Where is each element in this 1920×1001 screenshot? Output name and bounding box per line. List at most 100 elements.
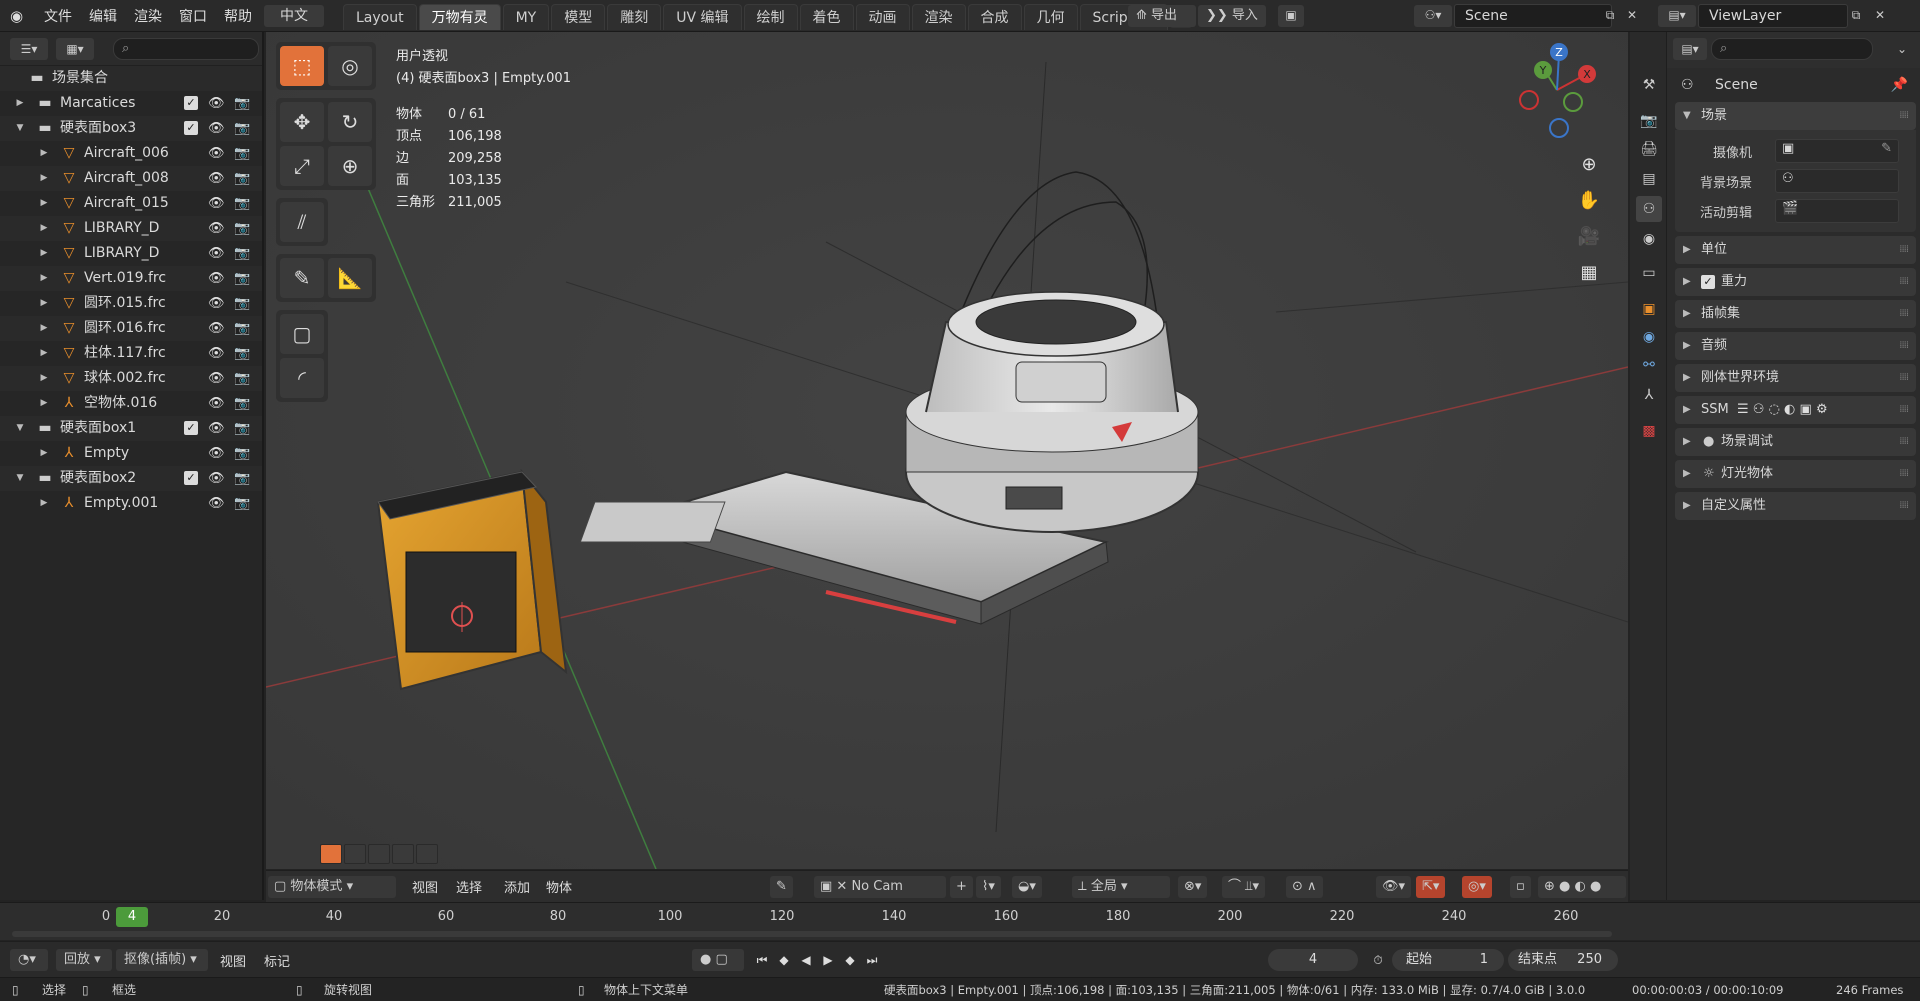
- close-viewlayer-icon[interactable]: ✕: [1870, 5, 1890, 27]
- outliner-row[interactable]: ▶ ▽ Aircraft_015 👁 📷: [0, 191, 262, 216]
- outliner-row[interactable]: ▬ 场景集合: [0, 66, 262, 91]
- exclude-checkbox[interactable]: ✓: [184, 471, 198, 485]
- drag-grip-icon[interactable]: ⁞⁞⁞⁞: [1899, 396, 1909, 424]
- clock-icon[interactable]: ⏱: [1368, 950, 1388, 970]
- draw-icon[interactable]: ✎: [280, 258, 324, 298]
- outliner-row[interactable]: ▶ ▬ Marcatices ✓ 👁 📷: [0, 91, 262, 116]
- jump-start-icon[interactable]: ⏮: [752, 950, 772, 970]
- menu-object[interactable]: 物体: [546, 877, 572, 896]
- render-camera-icon[interactable]: 📷: [234, 341, 250, 366]
- tab-animation[interactable]: 动画: [855, 4, 910, 30]
- transform-orientation-select[interactable]: ⟂ 全局 ▾: [1072, 876, 1170, 898]
- render-camera-icon[interactable]: 📷: [234, 316, 250, 341]
- outliner-row[interactable]: ▶ ▽ Aircraft_006 👁 📷: [0, 141, 262, 166]
- outliner-search-input[interactable]: ⌕: [113, 38, 259, 60]
- camera-view-icon[interactable]: 🎥: [1572, 220, 1606, 254]
- timeline-scrollbar[interactable]: [12, 931, 1612, 937]
- outliner-row[interactable]: ▶ ⅄ Empty.001 👁 📷: [0, 491, 262, 516]
- drag-grip-icon[interactable]: ⁞⁞⁞⁞: [1899, 364, 1909, 392]
- render-camera-icon[interactable]: 📷: [234, 466, 250, 491]
- render-camera-icon[interactable]: 📷: [234, 491, 250, 516]
- render-camera-icon[interactable]: 📷: [234, 291, 250, 316]
- viewlayer-browse-icon[interactable]: ▤▾: [1658, 5, 1696, 27]
- collection-tab-icon[interactable]: ▭: [1636, 260, 1662, 286]
- visibility-eye-icon[interactable]: 👁: [208, 291, 225, 316]
- render-camera-icon[interactable]: 📷: [234, 241, 250, 266]
- shading-modes[interactable]: ⊕ ● ◐ ●: [1538, 876, 1626, 898]
- scene-browse-icon[interactable]: ⚇▾: [1414, 5, 1452, 27]
- add-camera-icon[interactable]: +: [950, 876, 973, 898]
- marker-menu[interactable]: 标记: [264, 951, 290, 970]
- perspective-grid-icon[interactable]: ▦: [1572, 256, 1606, 290]
- tab-uv-edit[interactable]: UV 编辑: [663, 4, 742, 30]
- exclude-checkbox[interactable]: ✓: [184, 121, 198, 135]
- prev-keyframe-icon[interactable]: ◆: [774, 950, 794, 970]
- visibility-eye-icon[interactable]: 👁: [208, 416, 225, 441]
- drag-grip-icon[interactable]: ⁞⁞⁞⁞: [1899, 236, 1909, 264]
- navigation-gizmo[interactable]: X Y Z: [1507, 40, 1607, 140]
- expand-arrow-right-icon[interactable]: ▶: [38, 491, 50, 516]
- visibility-eye-icon[interactable]: 👁: [208, 391, 225, 416]
- expand-arrow-down-icon[interactable]: ▼: [14, 416, 26, 441]
- camera-field[interactable]: ▣ ✎: [1775, 139, 1899, 163]
- select-box-icon[interactable]: ⬚: [280, 46, 324, 86]
- tab-wanwu[interactable]: 万物有灵: [418, 4, 501, 30]
- set-mode-icon[interactable]: [320, 844, 342, 864]
- render-camera-icon[interactable]: 📷: [234, 416, 250, 441]
- tab-rendering[interactable]: 渲染: [911, 4, 966, 30]
- visibility-eye-icon[interactable]: 👁: [208, 316, 225, 341]
- menu-view[interactable]: 视图: [412, 877, 438, 896]
- background-scene-field[interactable]: ⚇: [1775, 169, 1899, 193]
- scene-name-field[interactable]: Scene: [1454, 4, 1612, 28]
- outliner-row[interactable]: ▼ ▬ 硬表面box3 ✓ 👁 📷: [0, 116, 262, 141]
- render-camera-icon[interactable]: 📷: [234, 191, 250, 216]
- editor-type-icon[interactable]: ▤▾: [1673, 38, 1707, 60]
- pan-hand-icon[interactable]: ✋: [1572, 184, 1606, 218]
- expand-arrow-right-icon[interactable]: ▶: [38, 291, 50, 316]
- render-icon[interactable]: ◒▾: [1012, 876, 1042, 898]
- expand-arrow-right-icon[interactable]: ▶: [38, 166, 50, 191]
- expand-arrow-down-icon[interactable]: ▼: [14, 466, 26, 491]
- intersect-mode-icon[interactable]: [416, 844, 438, 864]
- active-clip-field[interactable]: 🎬: [1775, 199, 1899, 223]
- scene-tab-icon[interactable]: ⚇: [1636, 196, 1662, 222]
- visibility-icon[interactable]: 👁▾: [1376, 876, 1412, 898]
- auto-key-button[interactable]: ● ▢: [692, 949, 744, 971]
- expand-arrow-right-icon[interactable]: ▶: [14, 91, 26, 116]
- current-frame-indicator[interactable]: 4: [116, 907, 148, 927]
- outliner-row[interactable]: ▶ ▽ 球体.002.frc 👁 📷: [0, 366, 262, 391]
- display-mode-icon[interactable]: ☰▾: [10, 38, 48, 60]
- xray-icon[interactable]: ▫: [1510, 876, 1531, 898]
- expand-arrow-right-icon[interactable]: ▶: [38, 141, 50, 166]
- texture-tab-icon[interactable]: ▩: [1636, 418, 1662, 444]
- export-button[interactable]: ⟰ 导出: [1128, 5, 1196, 27]
- tab-shading[interactable]: 着色: [799, 4, 854, 30]
- new-scene-icon[interactable]: ⧉: [1600, 5, 1620, 27]
- import-button[interactable]: ❯❯ 导入: [1198, 5, 1266, 27]
- transform-icon[interactable]: ⊕: [328, 146, 372, 186]
- panel-units[interactable]: ▶ 单位 ⁞⁞⁞⁞: [1675, 236, 1916, 264]
- overlay-toggle-icon[interactable]: ◎▾: [1462, 876, 1492, 898]
- tab-geometry[interactable]: 几何: [1023, 4, 1078, 30]
- render-camera-icon[interactable]: 📷: [234, 141, 250, 166]
- visibility-eye-icon[interactable]: 👁: [208, 191, 225, 216]
- menu-window[interactable]: 窗口: [179, 6, 207, 26]
- expand-arrow-right-icon[interactable]: ▶: [38, 241, 50, 266]
- panel-keying-sets[interactable]: ▶ 插帧集 ⁞⁞⁞⁞: [1675, 300, 1916, 328]
- expand-arrow-down-icon[interactable]: ▼: [14, 116, 26, 141]
- visibility-eye-icon[interactable]: 👁: [208, 91, 225, 116]
- drag-grip-icon[interactable]: ⁞⁞⁞⁞: [1899, 268, 1909, 296]
- drag-grip-icon[interactable]: ⁞⁞⁞⁞: [1899, 428, 1909, 456]
- visibility-eye-icon[interactable]: 👁: [208, 241, 225, 266]
- panel-scene-debug[interactable]: ▶ ● 场景调试 ⁞⁞⁞⁞: [1675, 428, 1916, 456]
- render-camera-icon[interactable]: 📷: [234, 266, 250, 291]
- tool-tab-icon[interactable]: ⚒: [1636, 72, 1662, 98]
- tab-compositing[interactable]: 合成: [967, 4, 1022, 30]
- panel-custom-properties[interactable]: ▶ 自定义属性 ⁞⁞⁞⁞: [1675, 492, 1916, 520]
- 3d-viewport[interactable]: 用户透视 (4) 硬表面box3 | Empty.001 物体 0 / 61 顶点…: [266, 32, 1628, 869]
- panel-audio[interactable]: ▶ 音频 ⁞⁞⁞⁞: [1675, 332, 1916, 360]
- jump-end-icon[interactable]: ⏭: [862, 950, 882, 970]
- play-icon[interactable]: ▶: [818, 950, 838, 970]
- drag-grip-icon[interactable]: ⁞⁞⁞⁞: [1899, 332, 1909, 360]
- expand-arrow-right-icon[interactable]: ▶: [38, 441, 50, 466]
